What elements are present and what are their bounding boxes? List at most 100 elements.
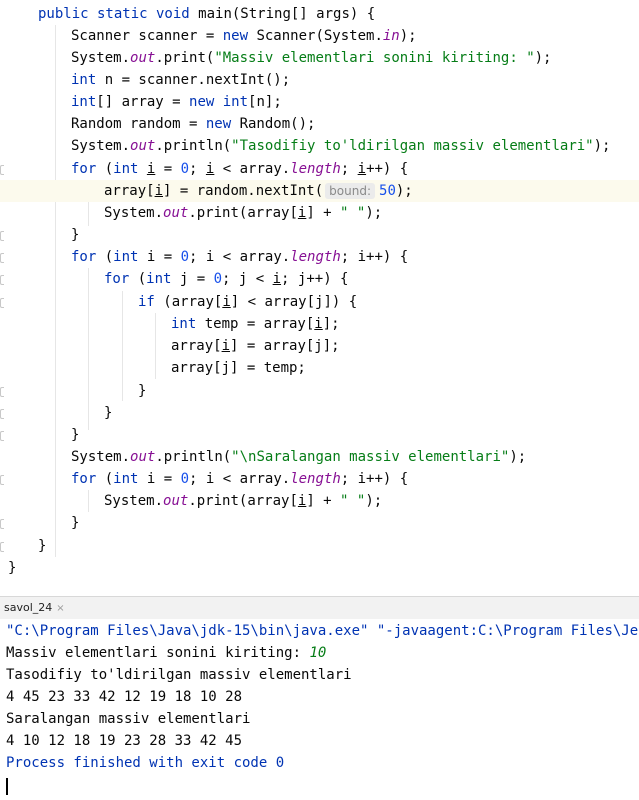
code-line[interactable]: int temp = array[i];	[0, 313, 639, 335]
console-prompt-line: Massiv elementlari sonini kiriting: 10	[6, 642, 326, 664]
code-text: }	[71, 224, 79, 246]
code-text: System.out.println("Tasodifiy to'ldirilg…	[71, 135, 610, 157]
code-line[interactable]: Scanner scanner = new Scanner(System.in)…	[0, 25, 639, 47]
code-token: }	[8, 560, 17, 576]
code-line[interactable]: }	[0, 557, 639, 579]
code-line[interactable]: array[j] = temp;	[0, 357, 639, 379]
code-token: }	[71, 427, 80, 443]
code-token: array[j] = temp;	[171, 360, 306, 376]
code-text: System.out.println("\nSaralangan massiv …	[71, 446, 526, 468]
code-line[interactable]: for (int i = 0; i < array.length; i++) {	[0, 468, 639, 490]
code-token: array[	[104, 183, 155, 199]
code-token: < array.	[214, 161, 291, 177]
code-token: );	[509, 449, 527, 465]
fold-marker-icon[interactable]	[0, 165, 4, 175]
code-token: ;	[189, 161, 206, 177]
code-text: Scanner scanner = new Scanner(System.in)…	[71, 25, 417, 47]
code-line[interactable]: }	[0, 424, 639, 446]
code-line[interactable]: int[] array = new int[n];	[0, 91, 639, 113]
fold-marker-icon[interactable]	[0, 542, 4, 552]
code-token: (	[104, 161, 114, 177]
code-token: i =	[146, 471, 181, 487]
code-token: }	[38, 538, 47, 554]
code-line[interactable]: Random random = new Random();	[0, 113, 639, 135]
code-token: out	[163, 493, 189, 509]
code-token: System.	[104, 205, 164, 221]
code-text: for (int i = 0; i < array.length; i++) {	[71, 246, 408, 268]
tab-label: savol_24	[4, 601, 53, 614]
code-token: for	[71, 471, 105, 487]
code-token: length	[290, 161, 341, 177]
fold-marker-icon[interactable]	[0, 409, 4, 419]
code-token: 0	[180, 161, 190, 177]
code-token: (	[137, 271, 147, 287]
code-text: for (int i = 0; i < array.length; i++) {	[71, 468, 408, 490]
code-token: new int	[189, 94, 249, 110]
code-token: "\nSaralangan massiv elementlari"	[231, 449, 510, 465]
code-token: ; i < array.	[189, 249, 291, 265]
code-token: System.	[104, 493, 164, 509]
code-token: Scanner scanner =	[71, 28, 223, 44]
code-line[interactable]: if (array[i] < array[j]) {	[0, 291, 639, 313]
code-line[interactable]: System.out.print(array[i] + " ");	[0, 202, 639, 224]
code-token: if	[138, 294, 164, 310]
console-output-line: 4 10 12 18 19 23 28 33 42 45	[6, 733, 243, 749]
code-line[interactable]: }	[0, 535, 639, 557]
code-line[interactable]: }	[0, 512, 639, 534]
code-line[interactable]: System.out.print("Massiv elementlari son…	[0, 47, 639, 69]
code-line[interactable]: System.out.println("Tasodifiy to'ldirilg…	[0, 135, 639, 157]
code-token: ];	[322, 316, 340, 332]
code-token: " "	[340, 205, 366, 221]
code-line[interactable]: }	[0, 224, 639, 246]
code-token: ] +	[306, 493, 341, 509]
code-line[interactable]: for (int j = 0; j < i; j++) {	[0, 268, 639, 290]
fold-marker-icon[interactable]	[0, 231, 4, 241]
code-token: public static void	[38, 6, 199, 22]
fold-marker-icon[interactable]	[0, 519, 4, 529]
code-token: .println(	[155, 449, 232, 465]
code-line[interactable]: for (int i = 0; i < array.length; i++) {	[0, 158, 639, 180]
code-line[interactable]: }	[0, 402, 639, 424]
code-line[interactable]: for (int i = 0; i < array.length; i++) {	[0, 246, 639, 268]
fold-marker-icon[interactable]	[0, 253, 4, 263]
code-line[interactable]: System.out.print(array[i] + " ");	[0, 490, 639, 512]
code-token: i	[314, 316, 323, 332]
code-text: }	[138, 380, 146, 402]
code-token: out	[163, 205, 189, 221]
code-token: i	[357, 161, 367, 177]
code-text: array[i] = random.nextInt(bound: 50);	[104, 180, 413, 202]
code-token: ;	[340, 161, 358, 177]
code-token: }	[71, 227, 80, 243]
code-line[interactable]: int n = scanner.nextInt();	[0, 69, 639, 91]
code-token: n = scanner.nextInt();	[104, 72, 291, 88]
code-text: array[j] = temp;	[171, 357, 306, 379]
fold-marker-icon[interactable]	[0, 431, 4, 441]
code-token: out	[130, 138, 156, 154]
code-text: for (int i = 0; i < array.length; i++) {	[71, 158, 408, 180]
code-text: Random random = new Random();	[71, 113, 315, 135]
code-line[interactable]: }	[0, 380, 639, 402]
code-line[interactable]: System.out.println("\nSaralangan massiv …	[0, 446, 639, 468]
code-token: ; j++) {	[281, 271, 349, 287]
code-line[interactable]: public static void main(String[] args) {	[0, 3, 639, 25]
fold-marker-icon[interactable]	[0, 475, 4, 485]
code-token: j =	[179, 271, 214, 287]
code-text: }	[71, 424, 79, 446]
code-token: 50	[379, 183, 396, 199]
code-token: "Massiv elementlari sonini kiriting: "	[214, 50, 535, 66]
code-token: );	[399, 28, 417, 44]
code-editor[interactable]: public static void main(String[] args) {…	[0, 0, 639, 592]
code-token: [n];	[248, 94, 282, 110]
close-icon[interactable]: ×	[56, 603, 64, 614]
code-line[interactable]: array[i] = array[j];	[0, 335, 639, 357]
run-console[interactable]: "C:\Program Files\Java\jdk-15\bin\java.e…	[0, 619, 639, 800]
fold-marker-icon[interactable]	[0, 298, 4, 308]
code-token: for	[71, 161, 105, 177]
code-token: );	[534, 50, 552, 66]
code-text: }	[71, 512, 79, 534]
code-line-current[interactable]: array[i] = random.nextInt(bound: 50);	[0, 180, 639, 202]
code-token: .print(	[155, 50, 215, 66]
tab-savol-24[interactable]: savol_24 ×	[4, 599, 65, 617]
fold-marker-icon[interactable]	[0, 387, 4, 397]
fold-marker-icon[interactable]	[0, 275, 4, 285]
